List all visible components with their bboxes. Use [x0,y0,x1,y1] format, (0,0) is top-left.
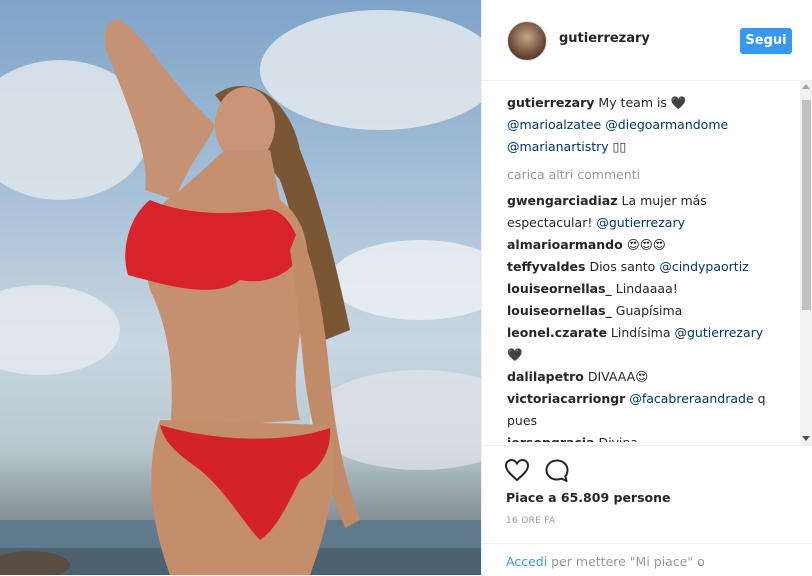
photo-illustration [0,10,481,575]
comment-row: louiseornellas_ Lindaaaa! [507,278,782,300]
comment-mention[interactable]: @gutierrezary [596,215,685,230]
comment-username[interactable]: jersongracia [507,435,595,442]
comments-list: gutierrezary My team is 🖤 @marioalzatee … [507,92,782,442]
caption-mention[interactable]: @marianartistry [507,139,609,154]
comment-row: victoriacarriongr @facabreraandrade q pu… [507,388,782,432]
comment-text: Lindísima [610,325,671,340]
comments-scrollbar[interactable] [800,80,812,445]
login-prompt: Accedi per mettere "Mi piace" o [482,543,812,569]
avatar[interactable] [507,21,547,61]
post-timestamp[interactable]: 16 ORE FA [506,516,555,526]
heart-icon[interactable] [504,458,530,486]
comment-username[interactable]: louiseornellas_ [507,303,612,318]
follow-button[interactable]: Segui [740,28,792,54]
comment-mention[interactable]: @facabreraandrade [629,391,753,406]
comment-text: Dios santo [589,259,656,274]
header-username[interactable]: gutierrezary [559,31,650,46]
scroll-thumb[interactable] [802,100,811,310]
comment-username[interactable]: dalilapetro [507,369,584,384]
caption: gutierrezary My team is 🖤 @marioalzatee … [507,92,782,158]
comment-row: dalilapetro DIVAAA😍 [507,366,782,388]
caption-suffix: ▯▯ [612,139,627,154]
caption-mention[interactable]: @diegoarmandome [605,117,728,132]
load-more-comments[interactable]: carica altri commenti [507,164,782,186]
comment-username[interactable]: teffyvaldes [507,259,585,274]
comment-suffix: 🖤 [507,347,523,362]
scroll-up-arrow[interactable] [802,84,810,89]
comment-row: teffyvaldes Dios santo @cindypaortiz [507,256,782,278]
post-window: gutierrezary Segui gutierrezary My team … [0,0,812,575]
comment-username[interactable]: victoriacarriongr [507,391,625,406]
comment-mention[interactable]: @cindypaortiz [659,259,748,274]
post-photo[interactable] [0,0,481,575]
comment-text: Lindaaaa! [615,281,678,296]
login-text: per mettere "Mi piace" o [551,554,705,569]
comment-text: 😍😍😍 [626,237,666,252]
comment-icon[interactable] [544,458,570,488]
comment-text: Divina [599,435,639,442]
caption-text: My team is 🖤 [598,95,687,110]
comment-row: louiseornellas_ Guapísima [507,300,782,322]
comment-username[interactable]: almarioarmando [507,237,623,252]
comment-mention[interactable]: @gutierrezary [675,325,764,340]
comment-text: DIVAAA😍 [587,369,649,384]
comment-row: almarioarmando 😍😍😍 [507,234,782,256]
scroll-down-arrow[interactable] [802,436,810,441]
comment-rows: gwengarciadiaz La mujer más espectacular… [507,190,782,442]
comment-username[interactable]: leonel.czarate [507,325,607,340]
comment-text: Guapísima [615,303,683,318]
comment-row: gwengarciadiaz La mujer más espectacular… [507,190,782,234]
post-actions: Piace a 65.809 persone 16 ORE FA Accedi … [482,445,812,576]
comment-row: jersongracia Divina [507,432,782,442]
comment-username[interactable]: gwengarciadiaz [507,193,618,208]
post-side-panel: gutierrezary Segui gutierrezary My team … [481,0,812,575]
comment-username[interactable]: louiseornellas_ [507,281,612,296]
likes-count[interactable]: Piace a 65.809 persone [506,490,671,505]
post-header: gutierrezary Segui [482,0,812,81]
login-link[interactable]: Accedi [506,554,547,569]
comment-row: leonel.czarate Lindísima @gutierrezary 🖤 [507,322,782,366]
caption-username[interactable]: gutierrezary [507,95,594,110]
caption-mention[interactable]: @marioalzatee [507,117,601,132]
